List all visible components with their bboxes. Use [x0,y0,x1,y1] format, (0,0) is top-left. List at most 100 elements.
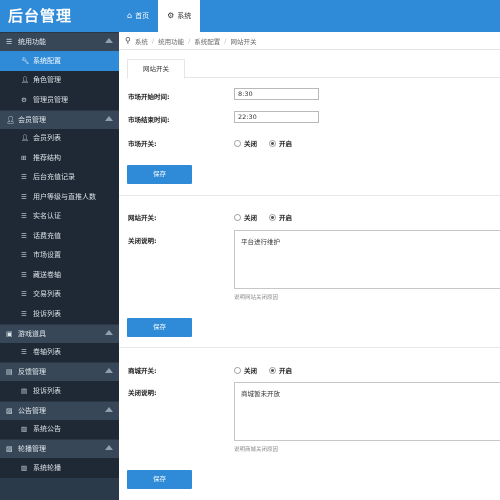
topnav-system[interactable]: ⚙ 系统 [158,0,201,32]
sidebar-item-phone-recharge[interactable]: ☰ 话费充值 [0,226,119,246]
sidebar-group-label: 轮播管理 [18,445,46,453]
market-end-input[interactable] [234,111,319,123]
site-off-radio[interactable] [234,213,241,221]
list-icon: ☰ [21,251,27,260]
app-title: 后台管理 [0,0,118,32]
sidebar-group-game-items[interactable]: ▣ 游戏道具 [0,323,119,343]
sidebar-group-label: 公告管理 [18,406,46,415]
topnav-home-label: 首页 [135,12,150,20]
sidebar-item-label: 管理员管理 [33,95,68,104]
grid-icon: ⊞ [21,153,27,162]
sidebar-item-label: 投诉列表 [33,309,61,318]
sidebar-item-label: 系统配置 [33,56,61,65]
section-divider [119,347,500,348]
section-divider [119,195,500,196]
sidebar-item-role-management[interactable]: 👤︎ 角色管理 [0,70,119,90]
caret-up-icon [105,329,113,335]
caret-up-icon [105,368,113,373]
sidebar-item-gift-scroll[interactable]: ☰ 藏送卷轴 [0,265,119,285]
breadcrumb-separator: / [224,36,227,45]
caret-up-icon [105,406,113,412]
main-content: ⚲ 系统 / 统用功能 / 系统配置 / 网站开关 网站开关 市场开始时间: 市… [119,32,500,500]
market-off-radio[interactable] [234,139,241,147]
list-icon: ☰ [21,309,27,318]
sidebar-group-members[interactable]: 👤︎ 会员管理 [0,109,119,129]
tab-site-switch[interactable]: 网站开关 [127,59,185,79]
sidebar-item-system-config[interactable]: 🔧︎ 系统配置 [0,51,119,71]
site-save-button[interactable]: 保存 [127,318,192,337]
game-icon: ▣ [6,329,13,338]
sidebar-item-market-settings[interactable]: ☰ 市场设置 [0,245,119,265]
sidebar-item-trade-list[interactable]: ☰ 交易列表 [0,284,119,304]
location-pin-icon: ⚲ [125,36,131,45]
mall-switch-radios: 关闭 开启 [234,365,304,375]
wrench-icon: 🔧︎ [21,56,30,65]
sidebar-group-feedback[interactable]: ▤ 反馈管理 [0,362,119,381]
sidebar-item-system-carousel[interactable]: ▨ 系统轮播 [0,458,119,478]
sidebar: ☰ 统用功能 🔧︎ 系统配置 👤︎ 角色管理 ⚙ 管理员管理 👤︎ 会员管理 👤… [0,32,119,500]
site-reason-label: 关闭说明: [128,237,157,245]
list-icon: ☰ [21,270,27,279]
sidebar-item-label: 卷轴列表 [33,348,61,357]
sidebar-item-label: 角色管理 [33,76,61,85]
sidebar-item-complaint-list[interactable]: ☰ 投诉列表 [0,304,119,324]
sidebar-item-label: 推荐结构 [33,153,61,162]
sidebar-item-user-level[interactable]: ☰ 用户等级与直推人数 [0,187,119,207]
market-on-radio[interactable] [269,139,276,147]
sidebar-item-scroll-list[interactable]: ☰ 卷轴列表 [0,342,119,362]
sidebar-item-member-list[interactable]: 👤︎ 会员列表 [0,128,119,148]
topnav-system-label: 系统 [177,12,192,20]
sidebar-item-real-name-auth[interactable]: ☰ 实名认证 [0,206,119,226]
site-reason-help: 说明网站关闭原因 [234,295,279,301]
list-icon: ☰ [21,212,27,221]
mall-reason-label: 关闭说明: [128,389,157,397]
list-icon: ☰ [21,192,27,201]
breadcrumb-item[interactable]: 系统配置 [194,36,220,46]
site-switch-label: 网站开关: [128,214,157,222]
user-icon: 👤︎ [21,134,30,143]
doc-icon: ▤ [21,386,28,395]
sidebar-item-recharge-records[interactable]: ☰ 后台充值记录 [0,167,119,187]
mall-save-button[interactable]: 保存 [127,470,192,489]
image-icon: ▨ [21,463,28,472]
breadcrumb-separator: / [151,36,155,45]
sidebar-item-label: 后台充值记录 [33,173,75,182]
mall-on-radio[interactable] [269,366,276,374]
sidebar-item-label: 用户等级与直推人数 [33,192,96,201]
sidebar-item-admin-management[interactable]: ⚙ 管理员管理 [0,90,119,110]
mall-on-label: 开启 [279,367,292,375]
breadcrumb: ⚲ 系统 / 统用功能 / 系统配置 / 网站开关 [119,32,500,50]
sidebar-item-feedback-complaints[interactable]: ▤ 投诉列表 [0,381,119,401]
market-start-input[interactable] [234,88,319,100]
site-reason-textarea[interactable]: 平台进行维护 [234,230,500,289]
caret-up-icon [105,115,113,121]
sidebar-group-label: 统用功能 [18,38,46,46]
caret-up-icon [105,445,113,450]
image-icon: ▨ [6,445,13,453]
mall-off-radio[interactable] [234,366,241,374]
breadcrumb-item[interactable]: 统用功能 [158,36,184,46]
topnav-home[interactable]: ⌂ 首页 [118,0,158,32]
sidebar-item-referral-structure[interactable]: ⊞ 推荐结构 [0,148,119,168]
market-end-label: 市场结束时间: [128,116,170,124]
market-save-button[interactable]: 保存 [127,165,192,184]
list-icon: ☰ [6,38,13,46]
list-icon: ☰ [21,173,27,182]
site-on-radio[interactable] [269,213,276,221]
sidebar-group-label: 会员管理 [18,115,46,124]
sidebar-group-label: 反馈管理 [18,368,46,376]
list-icon: ☰ [21,290,27,299]
tab-bar: 网站开关 [127,59,500,79]
breadcrumb-item[interactable]: 系统 [135,36,148,46]
market-off-label: 关闭 [244,140,257,148]
image-icon: ▨ [6,406,13,415]
sidebar-group-carousel[interactable]: ▨ 轮播管理 [0,439,119,458]
sidebar-group-common[interactable]: ☰ 统用功能 [0,32,119,51]
home-icon: ⌂ [127,11,133,20]
mall-reason-textarea[interactable]: 商城暂未开放 [234,382,500,441]
site-switch-radios: 关闭 开启 [234,212,304,222]
sidebar-item-system-announcement[interactable]: ▨ 系统公告 [0,419,119,439]
breadcrumb-item: 网站开关 [230,37,257,46]
sidebar-group-announcements[interactable]: ▨ 公告管理 [0,400,119,420]
top-bar: 后台管理 ⌂ 首页 ⚙ 系统 [0,0,500,32]
